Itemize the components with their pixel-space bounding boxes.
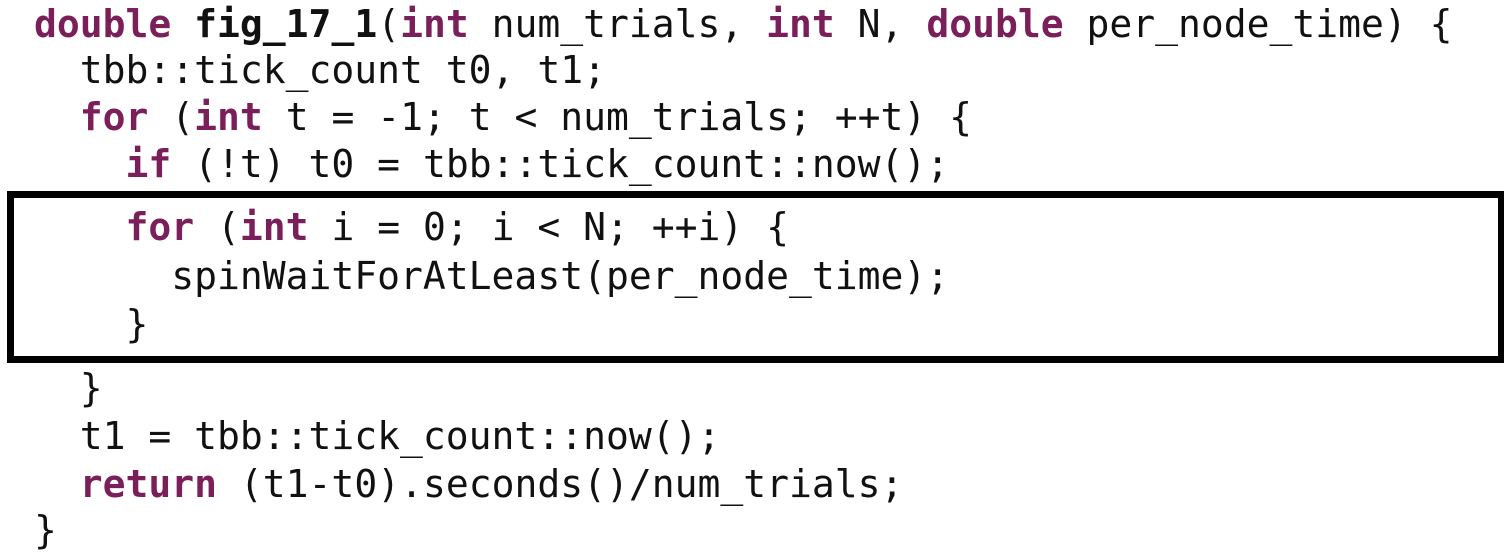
keyword-for: for <box>125 205 195 249</box>
code-text: i = 0; i < N; ++i) { <box>308 205 789 249</box>
code-line-9: t1 = tbb::tick_count::now(); <box>34 412 721 460</box>
code-text: } <box>34 302 149 346</box>
code-text: (t1-t0).seconds()/num_trials; <box>217 462 904 506</box>
keyword-int: int <box>194 95 263 139</box>
keyword-int: int <box>766 2 835 46</box>
param-n: N, <box>834 2 927 46</box>
code-line-3: for (int t = -1; t < num_trials; ++t) { <box>34 93 972 141</box>
code-line-4: if (!t) t0 = tbb::tick_count::now(); <box>34 140 950 188</box>
function-name: fig_17_1 <box>194 2 378 46</box>
keyword-if: if <box>125 142 172 186</box>
code-text: spinWaitForAtLeast(per_node_time); <box>34 254 950 298</box>
code-text: (!t) t0 = tbb::tick_count::now(); <box>171 142 950 186</box>
code-listing: double fig_17_1(int num_trials, int N, d… <box>0 0 1504 554</box>
code-line-11: } <box>34 506 57 554</box>
code-line-1: double fig_17_1(int num_trials, int N, d… <box>34 0 1453 48</box>
code-line-6: spinWaitForAtLeast(per_node_time); <box>34 252 949 300</box>
code-text: t1 = tbb::tick_count::now(); <box>34 414 721 458</box>
code-text: } <box>34 508 57 552</box>
keyword-int: int <box>400 2 469 46</box>
keyword-return: return <box>79 462 218 506</box>
keyword-for: for <box>79 95 149 139</box>
code-line-7: } <box>34 300 149 348</box>
param-num-trials: num_trials, <box>468 2 767 46</box>
code-text: ( <box>148 95 195 139</box>
code-text: } <box>34 366 103 410</box>
code-line-10: return (t1-t0).seconds()/num_trials; <box>34 460 904 508</box>
paren-open: ( <box>377 2 401 46</box>
keyword-int: int <box>239 205 309 249</box>
code-line-5: for (int i = 0; i < N; ++i) { <box>34 203 789 251</box>
code-text: tbb::tick_count t0, t1; <box>34 48 606 92</box>
keyword-double: double <box>926 2 1064 46</box>
param-per-node-time: per_node_time) { <box>1063 2 1453 46</box>
keyword-double: double <box>34 2 172 46</box>
code-line-2: tbb::tick_count t0, t1; <box>34 46 606 94</box>
code-line-8: } <box>34 364 103 412</box>
code-text: ( <box>194 205 240 249</box>
code-text: t = -1; t < num_trials; ++t) { <box>262 95 973 139</box>
